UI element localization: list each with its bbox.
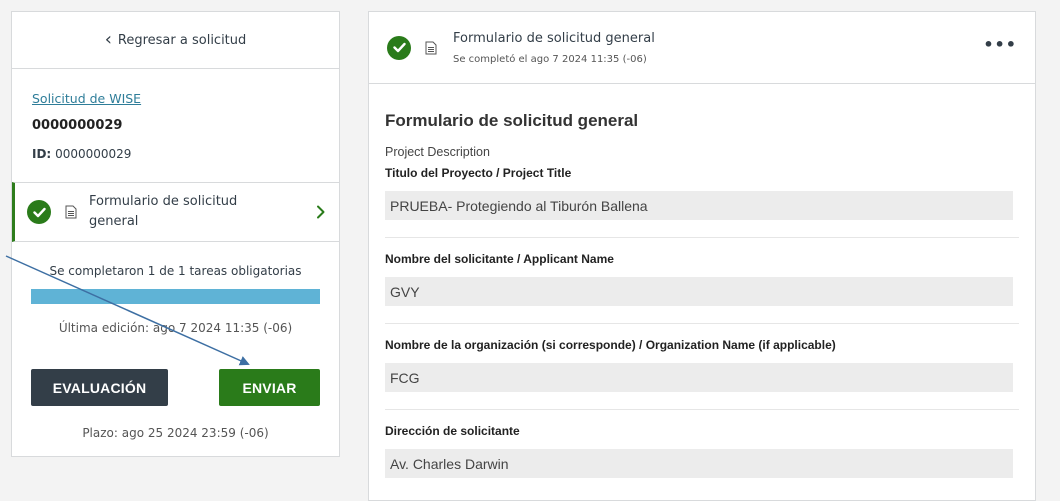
progress-bar — [31, 289, 320, 304]
id-label: ID: — [32, 147, 52, 161]
field-value: PRUEBA- Protegiendo al Tiburón Ballena — [385, 191, 1013, 220]
form-title: Formulario de solicitud general — [385, 111, 639, 130]
deadline-text: Plazo: ago 25 2024 23:59 (-06) — [82, 426, 269, 440]
form-field: Dirección de solicitante Av. Charles Dar… — [385, 409, 1019, 478]
field-label: Nombre de la organización (si correspond… — [385, 338, 836, 352]
task-item-general-form[interactable]: Formulario de solicitud general — [12, 182, 339, 242]
form-panel: Formulario de solicitud general Se compl… — [368, 11, 1036, 501]
field-label: Nombre del solicitante / Applicant Name — [385, 252, 614, 266]
form-field: Titulo del Proyecto / Project Title PRUE… — [385, 166, 1019, 220]
send-button[interactable]: ENVIAR — [219, 369, 320, 406]
task-label: Formulario de solicitud general — [89, 194, 238, 229]
application-link[interactable]: Solicitud de WISE — [32, 91, 319, 106]
chevron-left-icon: ‹ — [104, 29, 112, 50]
progress-text: Se completaron 1 de 1 tareas obligatoria… — [49, 264, 302, 278]
back-label: Regresar a solicitud — [117, 32, 247, 48]
field-value: Av. Charles Darwin — [385, 449, 1013, 478]
id-value: 0000000029 — [55, 147, 132, 161]
field-label: Dirección de solicitante — [385, 424, 520, 438]
field-label: Titulo del Proyecto / Project Title — [385, 166, 572, 180]
section-label: Project Description — [385, 145, 490, 159]
application-number: 0000000029 — [32, 118, 123, 133]
application-info: Solicitud de WISE 0000000029 ID: 0000000… — [12, 69, 339, 161]
application-id: ID: 0000000029 — [32, 147, 319, 161]
field-value: FCG — [385, 363, 1013, 392]
back-to-application-link[interactable]: ‹ Regresar a solicitud — [12, 12, 339, 69]
form-header: Formulario de solicitud general Se compl… — [369, 12, 1035, 84]
check-circle-icon — [27, 200, 51, 224]
form-header-text: Formulario de solicitud general Se compl… — [453, 31, 655, 65]
progress-bar-fill — [31, 289, 320, 304]
form-body: Formulario de solicitud general Project … — [369, 111, 1035, 478]
document-icon — [425, 41, 437, 54]
form-header-title: Formulario de solicitud general — [453, 30, 655, 46]
form-field: Nombre del solicitante / Applicant Name … — [385, 237, 1019, 306]
application-sidebar: ‹ Regresar a solicitud Solicitud de WISE… — [11, 11, 340, 457]
document-icon — [65, 205, 77, 219]
more-horizontal-icon[interactable]: ••• — [983, 37, 1017, 53]
field-value: GVY — [385, 277, 1013, 306]
evaluation-button[interactable]: EVALUACIÓN — [31, 369, 168, 406]
chevron-right-icon — [317, 205, 325, 219]
form-header-subtitle: Se completó el ago 7 2024 11:35 (-06) — [453, 53, 647, 65]
form-field: Nombre de la organización (si correspond… — [385, 323, 1019, 392]
check-circle-icon — [387, 35, 411, 60]
last-edit-text: Última edición: ago 7 2024 11:35 (-06) — [58, 321, 293, 335]
